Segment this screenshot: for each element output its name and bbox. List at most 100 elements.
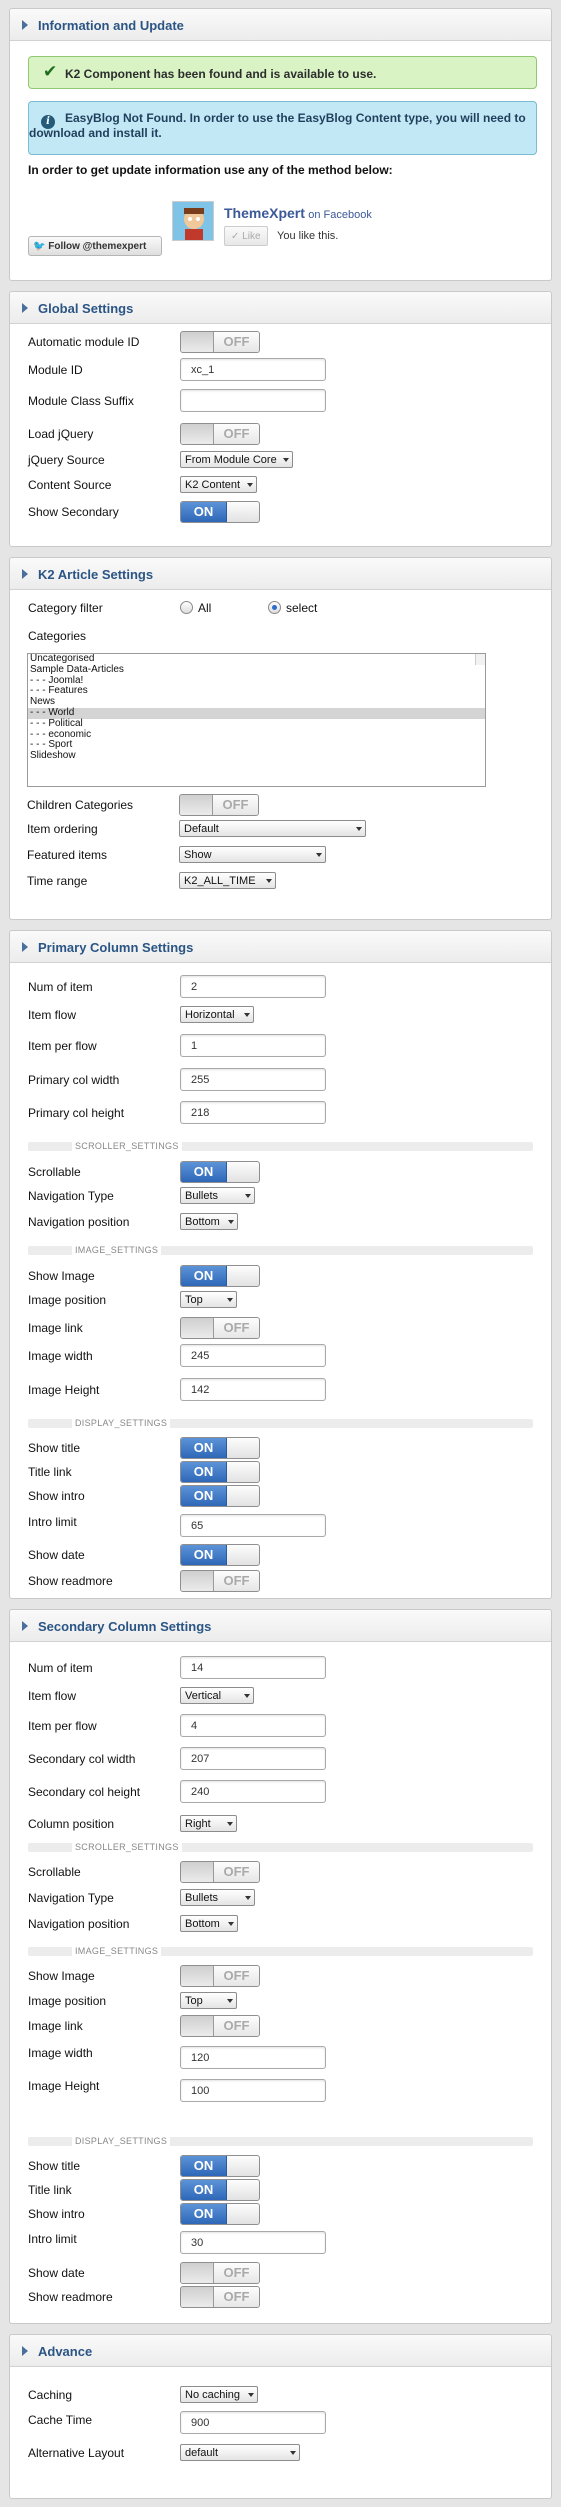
- panel-title: Primary Column Settings: [38, 940, 194, 955]
- show-title-toggle[interactable]: ON: [180, 2155, 260, 2177]
- list-item[interactable]: - - - Features: [28, 686, 485, 697]
- show-image-toggle[interactable]: ON: [180, 1265, 260, 1287]
- collapse-triangle-icon[interactable]: [22, 569, 28, 579]
- module-class-suffix-input[interactable]: [180, 389, 326, 412]
- show-date-toggle[interactable]: ON: [180, 1544, 260, 1566]
- scroller-settings-divider: SCROLLER_SETTINGS: [28, 1842, 533, 1852]
- item-ordering-select[interactable]: Default: [179, 820, 366, 837]
- secondary-col-width-input[interactable]: 207: [180, 1747, 326, 1770]
- list-item[interactable]: Sample Data-Articles: [28, 664, 485, 676]
- item-flow-select[interactable]: Vertical: [180, 1687, 254, 1704]
- panel-header[interactable]: Advance: [10, 2335, 551, 2367]
- mascot-icon: [173, 202, 213, 240]
- fb-avatar: [172, 201, 214, 241]
- secondary-col-height-input[interactable]: 240: [180, 1780, 326, 1803]
- list-item[interactable]: - - - Joomla!: [28, 675, 485, 687]
- title-link-toggle[interactable]: ON: [180, 2179, 260, 2201]
- image-link-toggle[interactable]: OFF: [180, 1317, 260, 1339]
- collapse-triangle-icon[interactable]: [22, 2346, 28, 2356]
- image-width-input[interactable]: 245: [180, 1344, 326, 1367]
- primary-col-width-input[interactable]: 255: [180, 1068, 326, 1091]
- num-item-input[interactable]: 14: [180, 1656, 326, 1679]
- image-height-input[interactable]: 100: [180, 2079, 326, 2102]
- panel-title: Secondary Column Settings: [38, 1619, 212, 1634]
- alternative-layout-select[interactable]: default: [180, 2444, 300, 2461]
- list-item[interactable]: Slideshow: [28, 750, 485, 762]
- scrollable-toggle[interactable]: ON: [180, 1161, 260, 1183]
- panel-header[interactable]: Primary Column Settings: [10, 931, 551, 963]
- item-per-flow-input[interactable]: 4: [180, 1714, 326, 1737]
- panel-title: K2 Article Settings: [38, 567, 154, 582]
- categories-listbox[interactable]: Uncategorised Sample Data-Articles - - -…: [27, 653, 486, 787]
- children-categories-toggle[interactable]: OFF: [179, 794, 259, 816]
- collapse-triangle-icon[interactable]: [22, 303, 28, 313]
- twitter-follow-button[interactable]: 🐦 Follow @themexpert: [28, 236, 162, 256]
- navigation-type-select[interactable]: Bullets: [180, 1187, 255, 1204]
- check-icon: ✔: [43, 62, 58, 81]
- item-per-flow-input[interactable]: 1: [180, 1034, 326, 1057]
- k2-article-settings-rows: Children Categories OFF Item ordering Defa…: [9, 793, 552, 889]
- jquery-source-select[interactable]: From Module Core: [180, 451, 293, 468]
- primary-col-height-input[interactable]: 218: [180, 1101, 326, 1124]
- list-item[interactable]: News: [28, 696, 485, 708]
- image-height-input[interactable]: 142: [180, 1378, 326, 1401]
- display-settings-divider: DISPLAY_SETTINGS: [28, 1418, 533, 1428]
- load-jquery-toggle[interactable]: OFF: [180, 423, 260, 445]
- panel-header[interactable]: Information and Update: [10, 9, 551, 41]
- panel-title: Global Settings: [38, 301, 134, 316]
- info-update-panel: Information and Update ✔ K2 Component has…: [9, 8, 552, 281]
- list-item[interactable]: - - - economic: [28, 729, 485, 741]
- fb-like-button[interactable]: ✓ Like: [224, 226, 268, 246]
- collapse-triangle-icon[interactable]: [22, 20, 28, 30]
- show-title-toggle[interactable]: ON: [180, 1437, 260, 1459]
- intro-limit-input[interactable]: 65: [180, 1514, 326, 1537]
- show-intro-toggle[interactable]: ON: [180, 2203, 260, 2225]
- show-date-toggle[interactable]: OFF: [180, 2262, 260, 2284]
- navigation-position-select[interactable]: Bottom: [180, 1915, 238, 1932]
- panel-header[interactable]: Global Settings: [10, 292, 551, 324]
- filter-all-radio[interactable]: [180, 601, 193, 614]
- navigation-position-select[interactable]: Bottom: [180, 1213, 238, 1230]
- show-secondary-toggle[interactable]: ON: [180, 501, 260, 523]
- panel-header[interactable]: Secondary Column Settings: [10, 1610, 551, 1642]
- item-flow-select[interactable]: Horizontal: [180, 1006, 254, 1023]
- navigation-type-select[interactable]: Bullets: [180, 1889, 255, 1906]
- num-item-input[interactable]: 2: [180, 975, 326, 998]
- download-link[interactable]: download and install it.: [29, 126, 162, 140]
- filter-select-radio[interactable]: [268, 601, 281, 614]
- column-position-select[interactable]: Right: [180, 1815, 237, 1832]
- image-position-select[interactable]: Top: [180, 1992, 237, 2009]
- caching-select[interactable]: No caching: [180, 2386, 258, 2403]
- content-source-select[interactable]: K2 Content: [180, 476, 257, 493]
- scrollable-toggle[interactable]: OFF: [180, 1861, 260, 1883]
- show-readmore-toggle[interactable]: OFF: [180, 1570, 260, 1592]
- featured-items-select[interactable]: Show: [179, 846, 326, 863]
- show-intro-toggle[interactable]: ON: [180, 1485, 260, 1507]
- auto-module-id-toggle[interactable]: OFF: [180, 331, 260, 353]
- cache-time-input[interactable]: 900: [180, 2411, 326, 2434]
- time-range-select[interactable]: K2_ALL_TIME: [179, 872, 276, 889]
- title-link-toggle[interactable]: ON: [180, 1461, 260, 1483]
- image-position-select[interactable]: Top: [180, 1291, 237, 1308]
- list-item-selected[interactable]: - - - World: [28, 707, 485, 719]
- collapse-triangle-icon[interactable]: [22, 942, 28, 952]
- image-link-toggle[interactable]: OFF: [180, 2015, 260, 2037]
- panel-header[interactable]: K2 Article Settings: [10, 558, 551, 590]
- display-settings-divider: DISPLAY_SETTINGS: [28, 2136, 533, 2146]
- show-image-toggle[interactable]: OFF: [180, 1965, 260, 1987]
- image-settings-divider: IMAGE_SETTINGS: [28, 1946, 533, 1956]
- list-item[interactable]: - - - Sport: [28, 740, 485, 751]
- collapse-triangle-icon[interactable]: [22, 1621, 28, 1631]
- primary-column-settings-panel: Primary Column Settings Num of item 2 Ite…: [9, 930, 552, 1599]
- categories-label: Categories: [28, 629, 87, 643]
- twitter-bird-icon: 🐦: [33, 241, 46, 252]
- intro-limit-input[interactable]: 30: [180, 2231, 326, 2254]
- show-readmore-toggle[interactable]: OFF: [180, 2286, 260, 2308]
- image-width-input[interactable]: 120: [180, 2046, 326, 2069]
- module-id-input[interactable]: xc_1: [180, 358, 326, 381]
- advance-panel: Advance Caching No caching Cache Time 900 …: [9, 2334, 552, 2499]
- fb-page-name[interactable]: ThemeXpert: [224, 205, 305, 221]
- list-item[interactable]: - - - Political: [28, 718, 485, 730]
- image-settings-divider: IMAGE_SETTINGS: [28, 1245, 533, 1255]
- listbox-scrollbar[interactable]: [475, 654, 485, 665]
